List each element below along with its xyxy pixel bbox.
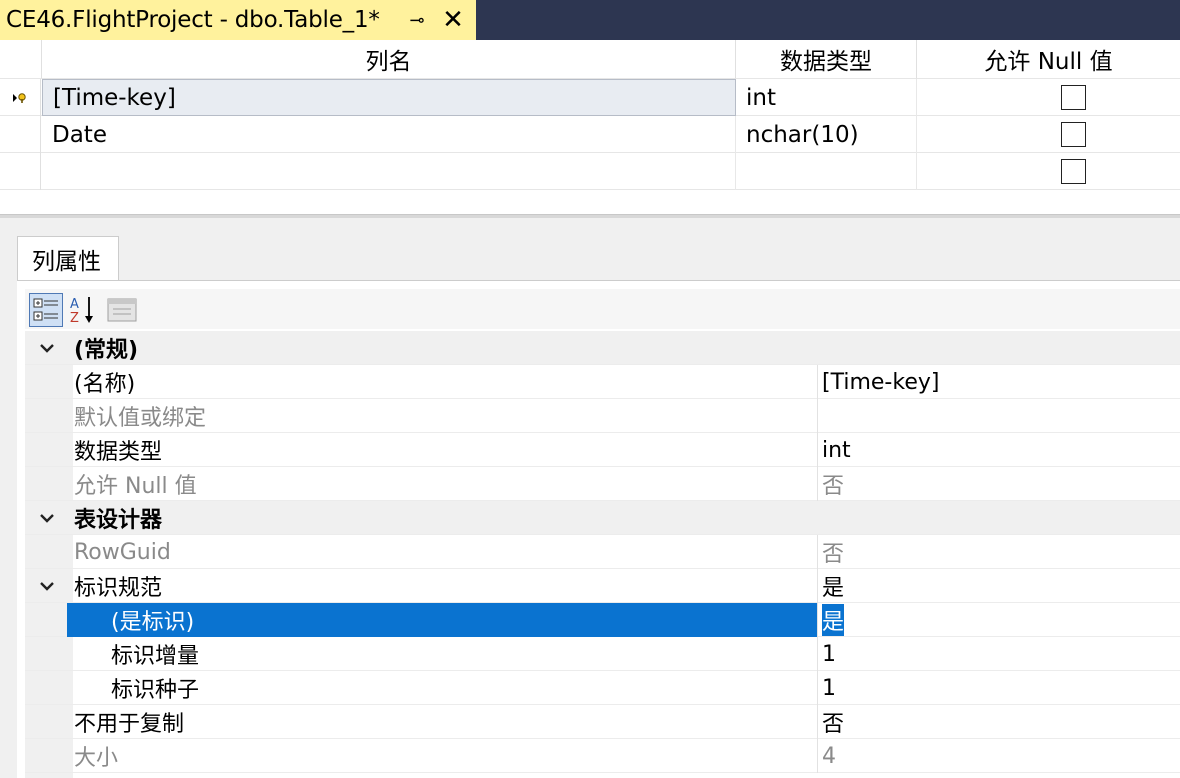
close-icon[interactable]: ✕ [438,5,468,35]
property-row-not-for-replication[interactable]: 不用于复制 否 [25,705,1180,739]
primary-key-icon [13,92,26,103]
cell-column-name[interactable] [42,153,736,190]
grid-corner [0,40,42,79]
chevron-down-icon[interactable] [37,508,57,528]
cell-column-name[interactable]: Date [42,116,736,153]
header-column-name[interactable]: 列名 [42,40,736,79]
category-label: 表设计器 [74,508,163,533]
row-selector[interactable] [0,116,41,153]
property-pages-icon [107,298,137,322]
category-table-designer[interactable]: 表设计器 [25,501,1180,535]
property-value[interactable]: 1 [818,671,836,705]
property-pages-button[interactable] [105,293,139,327]
allow-null-checkbox[interactable] [1061,85,1086,110]
property-label: 允许 Null 值 [74,474,197,499]
property-value[interactable] [818,399,822,433]
property-row-default[interactable]: 默认值或绑定 [25,399,1180,433]
cell-data-type[interactable]: int [736,79,917,116]
property-value[interactable]: 4 [818,739,836,773]
property-value[interactable]: 1 [818,637,836,671]
property-row-increment[interactable]: 标识增量 1 [25,637,1180,671]
category-general[interactable]: (常规) [25,331,1180,365]
categorized-icon [33,298,58,321]
cell-column-name[interactable]: [Time-key] [42,79,736,116]
categorized-button[interactable] [29,293,63,327]
pin-icon[interactable]: ⊸ [405,7,429,33]
row-selector[interactable] [0,79,41,116]
property-grid: A Z (常规) (名称) [Time-key] 默认值或绑定 数据类型 int… [17,280,1180,778]
property-value[interactable]: [Time-key] [818,365,939,399]
allow-null-checkbox[interactable] [1061,159,1086,184]
allow-null-checkbox[interactable] [1061,122,1086,147]
property-value[interactable]: 否 [818,535,844,569]
property-row-name[interactable]: (名称) [Time-key] [25,365,1180,399]
column-grid: 列名 数据类型 允许 Null 值 [Time-key] int Date nc… [0,40,1180,190]
property-label: (名称) [74,372,136,397]
property-label: 标识规范 [74,576,163,601]
property-label: 不用于复制 [74,712,185,737]
property-row-allownull[interactable]: 允许 Null 值 否 [25,467,1180,501]
property-row-seed[interactable]: 标识种子 1 [25,671,1180,705]
svg-text:Z: Z [70,311,79,325]
document-tab[interactable]: CE46.FlightProject - dbo.Table_1* ⊸ ✕ [0,0,476,40]
property-row-identity[interactable]: 标识规范 是 [25,569,1180,603]
cell-data-type[interactable]: nchar(10) [736,116,917,153]
property-value[interactable]: 否 [818,705,844,739]
property-row-datatype[interactable]: 数据类型 int [25,433,1180,467]
column-properties-panel: 列属性 A Z (常规) (名称) [Time-key] 默认值或绑定 数据类型… [0,218,1180,778]
property-value[interactable]: 是 [818,603,845,637]
row-selector[interactable] [0,153,41,190]
property-label: RowGuid [74,539,171,565]
property-value[interactable]: 否 [818,467,844,501]
property-row-size[interactable]: 大小 4 [25,739,1180,773]
property-row-is-identity[interactable]: (是标识) 是 [25,603,1180,637]
grid-row[interactable]: [Time-key] int [0,79,1180,116]
property-label: 默认值或绑定 [74,406,207,431]
property-row-rowguid[interactable]: RowGuid 否 [25,535,1180,569]
document-tab-title: CE46.FlightProject - dbo.Table_1* [6,7,380,33]
property-label: 数据类型 [74,440,163,465]
property-label: (是标识) [67,603,818,637]
property-label: 标识增量 [111,644,200,669]
title-bar: CE46.FlightProject - dbo.Table_1* ⊸ ✕ [0,0,1180,40]
property-label: 大小 [74,746,119,771]
sort-az-icon: A Z [70,297,93,325]
category-label: (常规) [74,338,139,363]
property-value-text: 是 [822,604,845,636]
grid-row-new[interactable] [0,153,1180,190]
property-toolbar: A Z [25,289,1180,329]
header-allow-null[interactable]: 允许 Null 值 [917,40,1180,79]
svg-text:A: A [70,297,79,312]
chevron-down-icon[interactable] [37,576,57,596]
grid-row[interactable]: Date nchar(10) [0,116,1180,153]
property-value[interactable]: int [818,433,851,467]
property-value[interactable]: 是 [818,569,844,603]
property-label: 标识种子 [111,678,200,703]
alphabetical-button[interactable]: A Z [65,293,99,327]
cell-data-type[interactable] [736,153,917,190]
chevron-down-icon[interactable] [37,338,57,358]
header-data-type[interactable]: 数据类型 [736,40,917,79]
tab-column-properties[interactable]: 列属性 [17,236,119,281]
